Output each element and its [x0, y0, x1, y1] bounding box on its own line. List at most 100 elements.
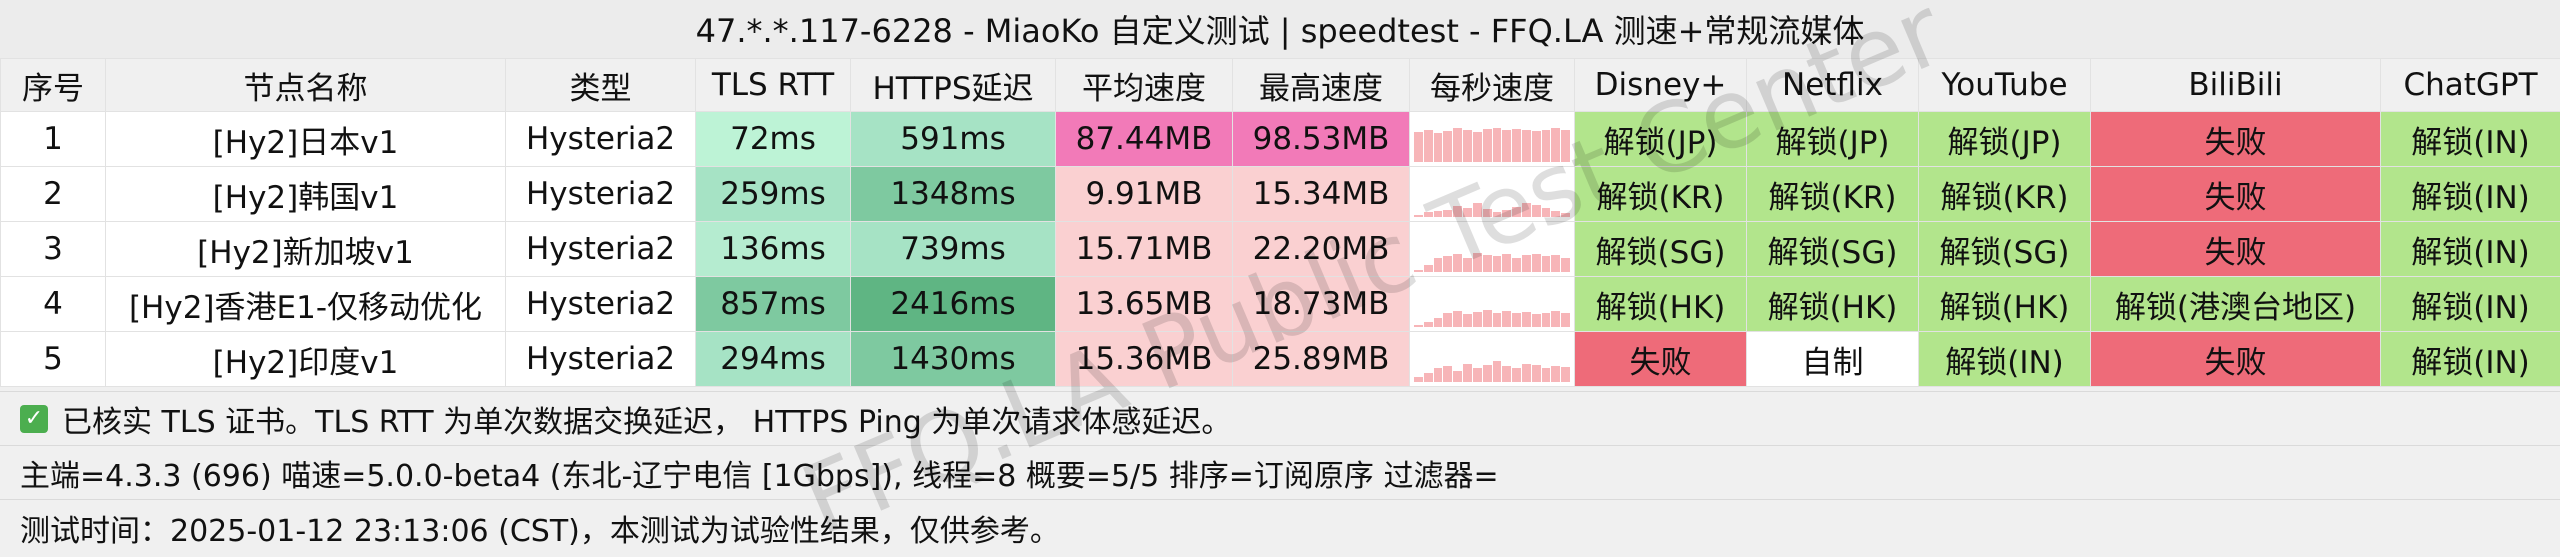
chatgpt-status: 解锁(IN)	[2381, 277, 2560, 332]
youtube-status: 解锁(IN)	[1919, 332, 2091, 387]
time-line-text: 测试时间：2025-01-12 23:13:06 (CST)，本测试为试验性结果…	[20, 506, 1060, 550]
disney-status: 解锁(JP)	[1575, 112, 1747, 167]
sparkline-bar	[1522, 130, 1531, 162]
page-title: 47.*.*.117-6228 - MiaoKo 自定义测试 | speedte…	[0, 0, 2560, 58]
col-name-header: 节点名称	[106, 59, 506, 112]
sparkline-bar	[1542, 256, 1551, 272]
sparkline-bar	[1443, 313, 1452, 327]
per-second-sparkline	[1410, 332, 1575, 387]
version-line-text: 主端=4.3.3 (696) 喵速=5.0.0-beta4 (东北-辽宁电信 […	[20, 451, 1499, 495]
sparkline-bar	[1532, 314, 1541, 327]
chatgpt-status: 解锁(IN)	[2381, 222, 2560, 277]
version-line: 主端=4.3.3 (696) 喵速=5.0.0-beta4 (东北-辽宁电信 […	[0, 445, 2560, 499]
sparkline-bar	[1522, 203, 1531, 217]
results-table: 序号 节点名称 类型 TLS RTT HTTPS延迟 平均速度 最高速度 每秒速…	[0, 58, 2560, 387]
sparkline-bar	[1522, 364, 1531, 382]
sparkline-bar	[1463, 364, 1472, 382]
sparkline-bar	[1453, 311, 1462, 327]
col-chatgpt-header: ChatGPT	[2381, 59, 2560, 112]
col-https-header: HTTPS延迟	[851, 59, 1056, 112]
sparkline-bar	[1483, 209, 1492, 217]
col-disney-header: Disney+	[1575, 59, 1747, 112]
sparkline-bar	[1542, 313, 1551, 327]
sparkline-bar	[1551, 311, 1560, 327]
disney-status: 解锁(KR)	[1575, 167, 1747, 222]
sparkline-bar	[1561, 130, 1570, 162]
sparkline-bar	[1434, 258, 1443, 272]
sparkline-bar	[1542, 368, 1551, 382]
max-speed: 15.34MB	[1233, 167, 1410, 222]
sparkline-bar	[1532, 365, 1541, 382]
avg-speed: 15.36MB	[1056, 332, 1233, 387]
bilibili-status: 失败	[2091, 112, 2381, 167]
https-latency: 1430ms	[851, 332, 1056, 387]
sparkline-bar	[1434, 368, 1443, 382]
sparkline-bar	[1512, 368, 1521, 382]
col-youtube-header: YouTube	[1919, 59, 2091, 112]
time-line: 测试时间：2025-01-12 23:13:06 (CST)，本测试为试验性结果…	[0, 499, 2560, 555]
node-name: [Hy2]韩国v1	[106, 167, 506, 222]
sparkline-bars	[1410, 116, 1574, 162]
sparkline-bar	[1522, 312, 1531, 327]
tls-rtt: 136ms	[696, 222, 851, 277]
sparkline-bar	[1512, 258, 1521, 272]
sparkline-bar	[1483, 129, 1492, 162]
https-latency: 1348ms	[851, 167, 1056, 222]
sparkline-bar	[1493, 128, 1502, 162]
sparkline-bar	[1483, 255, 1492, 272]
sparkline-bar	[1434, 318, 1443, 327]
tls-rtt: 72ms	[696, 112, 851, 167]
sparkline-bar	[1532, 131, 1541, 162]
sparkline-bars	[1410, 226, 1574, 272]
sparkline-bar	[1473, 132, 1482, 162]
sparkline-bar	[1493, 313, 1502, 327]
sparkline-bar	[1502, 311, 1511, 327]
https-latency: 2416ms	[851, 277, 1056, 332]
netflix-status: 解锁(KR)	[1747, 167, 1919, 222]
disney-status: 失败	[1575, 332, 1747, 387]
sparkline-bar	[1453, 206, 1462, 218]
node-type: Hysteria2	[506, 277, 696, 332]
chatgpt-status: 解锁(IN)	[2381, 112, 2560, 167]
sparkline-bar	[1502, 366, 1511, 382]
sparkline-bar	[1551, 128, 1560, 162]
sparkline-bar	[1551, 255, 1560, 272]
col-bilibili-header: BiliBili	[2091, 59, 2381, 112]
max-speed: 22.20MB	[1233, 222, 1410, 277]
max-speed: 18.73MB	[1233, 277, 1410, 332]
netflix-status: 解锁(JP)	[1747, 112, 1919, 167]
sparkline-bar	[1512, 129, 1521, 162]
sparkline-bar	[1542, 130, 1551, 162]
sparkline-bar	[1434, 133, 1443, 162]
sparkline-bar	[1561, 213, 1570, 217]
sparkline-bar	[1502, 210, 1511, 217]
check-icon: ✓	[20, 405, 48, 433]
sparkline-bar	[1414, 215, 1423, 217]
col-netflix-header: Netflix	[1747, 59, 1919, 112]
sparkline-bar	[1522, 255, 1531, 272]
sparkline-bar	[1473, 253, 1482, 272]
sparkline-bar	[1473, 368, 1482, 382]
sparkline-bar	[1502, 130, 1511, 162]
per-second-sparkline	[1410, 222, 1575, 277]
row-index: 3	[1, 222, 106, 277]
https-latency: 591ms	[851, 112, 1056, 167]
sparkline-bar	[1493, 212, 1502, 217]
sparkline-bar	[1414, 377, 1423, 382]
node-type: Hysteria2	[506, 112, 696, 167]
sparkline-bars	[1410, 336, 1574, 382]
sparkline-bar	[1424, 130, 1433, 162]
chatgpt-status: 解锁(IN)	[2381, 167, 2560, 222]
col-type-header: 类型	[506, 59, 696, 112]
max-speed: 25.89MB	[1233, 332, 1410, 387]
tls-rtt: 259ms	[696, 167, 851, 222]
youtube-status: 解锁(SG)	[1919, 222, 2091, 277]
sparkline-bar	[1414, 270, 1423, 272]
sparkline-bar	[1463, 258, 1472, 272]
node-type: Hysteria2	[506, 222, 696, 277]
sparkline-bars	[1410, 171, 1574, 217]
sparkline-bar	[1424, 373, 1433, 382]
sparkline-bar	[1463, 314, 1472, 327]
col-avg-speed-header: 平均速度	[1056, 59, 1233, 112]
sparkline-bar	[1483, 310, 1492, 327]
